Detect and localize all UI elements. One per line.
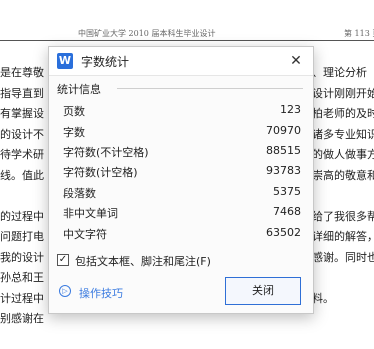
document-text-left: 有掌握设 (0, 107, 44, 120)
document-text-left: 的设计不 (0, 127, 44, 141)
tips-label[interactable]: 操作技巧 (79, 285, 123, 301)
stat-value: 5375 (273, 185, 301, 198)
stat-row-pages: 页数 123 (63, 103, 301, 121)
document-text-right: 感谢。同时也 (312, 250, 374, 264)
stat-label: 字数 (63, 126, 85, 139)
statistics-group-label: 统计信息 (57, 83, 101, 96)
stat-row-chars-no-spaces: 字符数(不计空格) 88515 (63, 144, 301, 162)
header-divider (0, 40, 374, 41)
stat-label: 中文字符 (63, 228, 107, 241)
close-icon[interactable]: ✕ (285, 50, 307, 72)
include-textboxes-checkbox[interactable]: ✓ (57, 254, 69, 266)
document-text-right: 柏老师的及时 (312, 107, 374, 120)
document-text-right: 详细的解答， (312, 230, 374, 243)
word-count-dialog: W 字数统计 ✕ 统计信息 页数 123 字数 70970 字符数(不计空格) … (48, 46, 314, 314)
wps-writer-icon: W (57, 53, 73, 69)
group-divider (117, 88, 303, 89)
document-text-left: 我的设计 (0, 250, 44, 264)
document-text-left: 的过程中 (0, 209, 44, 223)
stat-label: 字符数(计空格) (63, 166, 138, 179)
stat-label: 非中文单词 (63, 207, 118, 220)
play-circle-icon[interactable]: ▷ (59, 285, 71, 297)
document-text-right: 料。 (312, 291, 334, 305)
dialog-titlebar[interactable]: W 字数统计 ✕ (49, 47, 313, 76)
document-text-right: 的做人做事方 (312, 148, 374, 161)
document-text-left: 别感谢在 (0, 312, 44, 325)
stat-value: 70970 (266, 124, 301, 137)
document-header-right: 第 113 页 (344, 29, 374, 38)
stat-label: 字符数(不计空格) (63, 146, 149, 159)
document-text-right: 崇高的敬意和 (312, 168, 374, 182)
document-text-right: 给了我很多帮 (312, 209, 374, 223)
document-header-left: 中国矿业大学 2010 届本科生毕业设计 (78, 29, 216, 38)
document-text-left: 是在尊敬 (0, 66, 44, 79)
stat-value: 123 (280, 103, 301, 116)
dialog-title: 字数统计 (81, 55, 130, 69)
document-text-right: 、理论分析 (312, 66, 367, 79)
stat-row-chinese-chars: 中文字符 63502 (63, 226, 301, 244)
stat-value: 7468 (273, 205, 301, 218)
stat-value: 93783 (266, 164, 301, 177)
stat-value: 63502 (266, 226, 301, 239)
document-text-left: 指导直到 (0, 86, 44, 100)
stat-row-non-chinese-words: 非中文单词 7468 (63, 205, 301, 223)
document-text-left: 问题打电 (0, 230, 44, 243)
document-text-right: 设计刚刚开始 (312, 86, 374, 100)
document-text-left: 孙总和王 (0, 271, 44, 284)
stat-row-words: 字数 70970 (63, 124, 301, 142)
stat-label: 页数 (63, 105, 85, 118)
stat-value: 88515 (266, 144, 301, 157)
close-button[interactable]: 关闭 (225, 277, 301, 305)
document-text-left: 待学术研 (0, 148, 44, 161)
document-text-right: 诸多专业知识 (312, 127, 374, 141)
include-textboxes-label[interactable]: 包括文本框、脚注和尾注(F) (75, 253, 211, 269)
stat-row-chars-with-spaces: 字符数(计空格) 93783 (63, 164, 301, 182)
document-text-left: 线。值此 (0, 168, 44, 182)
document-text-left: 计过程中 (0, 291, 44, 305)
stat-label: 段落数 (63, 187, 96, 200)
stat-row-paragraphs: 段落数 5375 (63, 185, 301, 203)
document-header: 中国矿业大学 2010 届本科生毕业设计 第 113 页 (0, 0, 374, 41)
